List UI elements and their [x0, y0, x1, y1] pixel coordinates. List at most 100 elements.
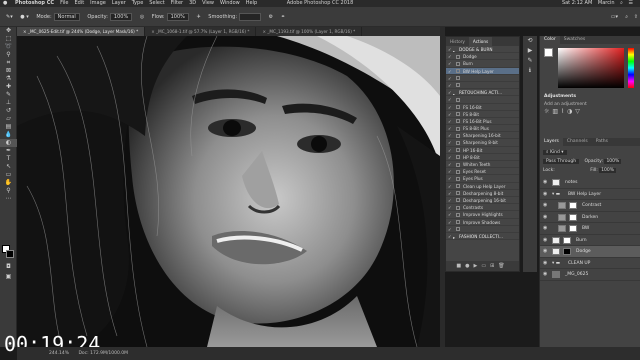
tab-actions[interactable]: Actions — [468, 37, 493, 46]
menu-item[interactable]: Edit — [74, 0, 84, 7]
layer-row[interactable]: ◉ Burn — [540, 235, 640, 247]
layer-mask-thumbnail[interactable] — [569, 213, 577, 221]
action-row[interactable]: ✓ Sharpening 8-bit — [446, 139, 519, 147]
dialog-toggle-icon[interactable] — [456, 54, 460, 59]
document-tab[interactable]: × _MC_1068-1.tif @ 57.7% (Layer 1, RGB/1… — [145, 27, 257, 36]
dialog-toggle-icon[interactable] — [456, 191, 460, 196]
exposure-icon[interactable]: ◑ — [567, 108, 575, 115]
action-row[interactable]: ✓ HP 8-Bit — [446, 154, 519, 161]
history-brush-icon[interactable]: ↺ — [0, 107, 17, 115]
check-icon[interactable]: ✓ — [448, 204, 454, 210]
folder-icon[interactable]: ▸ — [453, 91, 457, 96]
airbrush-icon[interactable]: ✈ — [197, 7, 201, 26]
dialog-toggle-icon[interactable] — [456, 184, 460, 189]
dialog-toggle-icon[interactable] — [456, 119, 460, 124]
pen-tool-icon[interactable]: ✒ — [0, 147, 17, 155]
layer-mask-thumbnail[interactable] — [569, 202, 577, 209]
dialog-toggle-icon[interactable] — [456, 169, 460, 174]
action-row[interactable]: ✓ — [446, 82, 519, 90]
action-set-row[interactable]: ✓ ▸ DODGE & BURN — [446, 46, 519, 54]
layer-mask-thumbnail[interactable] — [569, 225, 577, 232]
action-row[interactable]: ✓ Eyes Reset — [446, 168, 519, 176]
vibrance-icon[interactable]: ▽ — [575, 108, 583, 115]
menu-item[interactable]: Image — [90, 0, 106, 7]
action-row[interactable]: ✓ — [446, 226, 519, 233]
folder-icon[interactable]: ▾ ▬ — [552, 258, 560, 270]
dodge-tool-icon[interactable]: ◐ — [0, 139, 17, 147]
fg-bg-swatch[interactable] — [544, 48, 553, 57]
check-icon[interactable]: ✓ — [448, 96, 454, 102]
apple-icon[interactable]: ● — [3, 0, 7, 7]
layer-row[interactable]: ◉ Dodge — [540, 246, 640, 258]
search-icon[interactable]: ⌕ — [620, 0, 623, 7]
filter-kind-select[interactable]: ⌕ Kind ▾ — [543, 150, 567, 155]
menu-item[interactable]: Filter — [171, 0, 183, 7]
check-icon[interactable]: ✓ — [448, 125, 454, 131]
check-icon[interactable]: ✓ — [448, 161, 454, 167]
check-icon[interactable]: ✓ — [448, 190, 454, 196]
search-icon[interactable]: ⌕ — [625, 7, 628, 26]
move-tool-icon[interactable]: ✥ — [0, 27, 17, 35]
layer-row[interactable]: ◉ ▾ ▬ BW Help Layer — [540, 189, 640, 201]
layer-row[interactable]: ◉ BW — [540, 223, 640, 235]
share-icon[interactable]: ⇪ — [634, 7, 638, 26]
layer-mask-thumbnail[interactable] — [563, 248, 571, 255]
gradient-tool-icon[interactable]: ▤ — [0, 123, 17, 131]
layer-fill-field[interactable]: 100% — [599, 168, 617, 173]
document-tab[interactable]: × _MC_0625-Edit.tif @ 244% (Dodge, Layer… — [17, 27, 146, 36]
dialog-toggle-icon[interactable] — [456, 61, 460, 66]
tab-layers[interactable]: Layers — [540, 138, 563, 146]
menu-icon[interactable]: ☰ — [629, 0, 633, 7]
check-icon[interactable]: ✓ — [448, 211, 454, 217]
layer-row[interactable]: ◉ Contrast — [540, 200, 640, 212]
healing-tool-icon[interactable]: ✚ — [0, 83, 17, 91]
actions-panel-icon[interactable]: ▶ — [523, 46, 537, 56]
check-icon[interactable]: ✓ — [448, 132, 454, 138]
check-icon[interactable]: ✓ — [448, 219, 454, 225]
menu-item[interactable]: Layer — [112, 0, 126, 7]
folder-icon[interactable]: ▸ — [453, 234, 457, 239]
visibility-eye-icon[interactable]: ◉ — [543, 246, 547, 258]
check-icon[interactable]: ✓ — [448, 53, 454, 59]
action-row[interactable]: ✓ Desharpening 16-bit — [446, 197, 519, 205]
folder-icon[interactable]: ▾ ▬ — [552, 189, 560, 201]
menu-item[interactable]: View — [202, 0, 214, 7]
eraser-tool-icon[interactable]: ▱ — [0, 115, 17, 123]
dialog-toggle-icon[interactable] — [456, 133, 460, 138]
history-panel-icon[interactable]: ⟲ — [523, 36, 537, 46]
action-row[interactable]: ✓ FS 16-Bit Plus — [446, 118, 519, 126]
check-icon[interactable]: ✓ — [448, 68, 454, 74]
action-row[interactable]: ✓ — [446, 96, 519, 104]
visibility-eye-icon[interactable]: ◉ — [543, 200, 547, 212]
quick-mask-icon[interactable]: ◘ — [0, 263, 17, 271]
layer-row[interactable]: ◉ ▾ ▬ CLEAN UP — [540, 258, 640, 270]
path-select-tool-icon[interactable]: ↖ — [0, 163, 17, 171]
dialog-toggle-icon[interactable] — [456, 212, 460, 217]
check-icon[interactable]: ✓ — [448, 75, 454, 81]
visibility-eye-icon[interactable]: ◉ — [543, 258, 547, 270]
check-icon[interactable]: ✓ — [448, 60, 454, 66]
dialog-toggle-icon[interactable] — [456, 69, 460, 74]
stamp-tool-icon[interactable]: ⊥ — [0, 99, 17, 107]
visibility-eye-icon[interactable]: ◉ — [543, 223, 547, 235]
opacity-field[interactable]: 100% — [109, 13, 133, 21]
action-row[interactable]: ✓ Improve Highlights — [446, 211, 519, 219]
action-row[interactable]: ✓ Eyes Plus — [446, 175, 519, 183]
visibility-eye-icon[interactable]: ◉ — [543, 235, 547, 247]
tab-paths[interactable]: Paths — [592, 138, 612, 146]
action-row[interactable]: ✓ Clean up Help Layer — [446, 183, 519, 190]
symmetry-icon[interactable]: ⚭ — [281, 7, 285, 26]
brush-tool-icon[interactable]: ✎ — [0, 91, 17, 99]
action-row[interactable]: ✓ Improve Shadows — [446, 219, 519, 226]
mode-select[interactable]: Normal — [53, 13, 80, 21]
brush-size[interactable]: ● ▾ — [20, 7, 28, 26]
action-row[interactable]: ✓ FS 16-Bit — [446, 104, 519, 111]
check-icon[interactable]: ✓ — [448, 226, 454, 232]
dialog-toggle-icon[interactable] — [456, 176, 460, 181]
check-icon[interactable]: ✓ — [448, 104, 454, 110]
quick-select-tool-icon[interactable]: ⚲ — [0, 51, 17, 59]
check-icon[interactable]: ✓ — [448, 154, 454, 160]
action-row[interactable]: ✓ FS 8-Bit Plus — [446, 125, 519, 133]
check-icon[interactable]: ✓ — [448, 175, 454, 181]
action-row[interactable]: ✓ BW Help Layer — [446, 67, 519, 75]
